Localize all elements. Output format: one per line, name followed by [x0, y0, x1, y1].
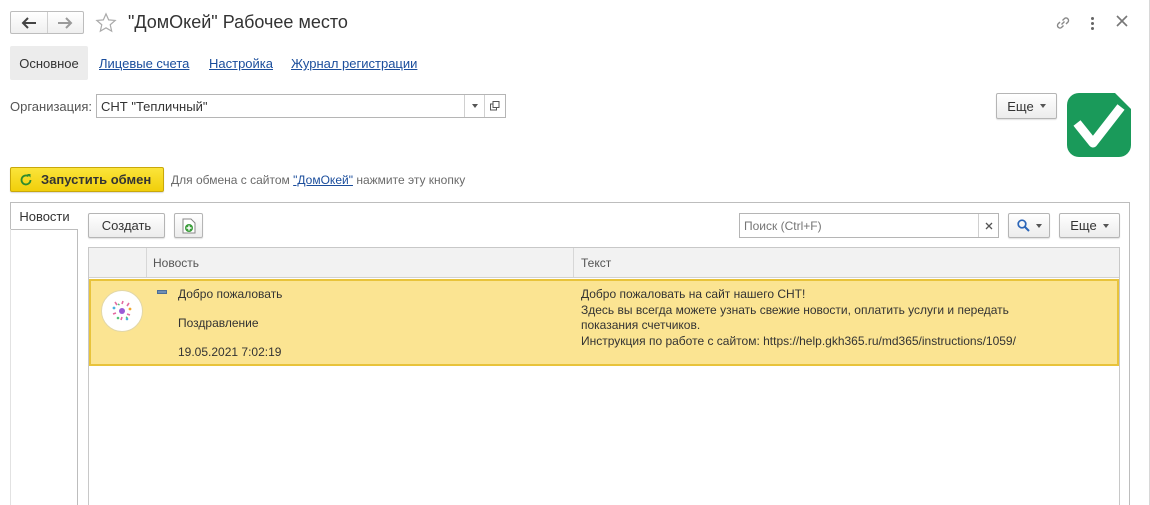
- start-exchange-button[interactable]: Запустить обмен: [10, 167, 164, 192]
- forward-button[interactable]: [48, 12, 84, 33]
- exchange-hint-after: нажмите эту кнопку: [356, 173, 466, 187]
- back-forward-group: [10, 11, 84, 34]
- tab-news[interactable]: Новости: [10, 202, 78, 230]
- news-category: Поздравление: [178, 316, 259, 330]
- chevron-down-icon: [1035, 223, 1042, 228]
- chevron-down-icon: [1039, 104, 1046, 108]
- search-button[interactable]: [1008, 213, 1050, 238]
- news-text-line: Здесь вы всегда можете узнать свежие нов…: [581, 302, 1009, 317]
- create-button[interactable]: Создать: [88, 213, 165, 238]
- tab-settings[interactable]: Настройка: [209, 56, 273, 71]
- exchange-hint: Для обмена с сайтом "ДомОкей" нажмите эт…: [171, 173, 465, 187]
- header-icon-col: [89, 248, 147, 277]
- news-text: Добро пожаловать на сайт нашего СНТ! Зде…: [581, 287, 1016, 349]
- org-label: Организация:: [10, 99, 93, 114]
- news-table: Новость Текст Добро пожаловать Поздравле…: [88, 247, 1120, 505]
- header-text-label: Текст: [581, 256, 612, 270]
- tab-main[interactable]: Основное: [10, 46, 88, 80]
- exchange-hint-before: Для обмена с сайтом: [171, 173, 290, 187]
- org-value: СНТ "Тепличный": [101, 99, 208, 114]
- org-field[interactable]: СНТ "Тепличный": [96, 94, 506, 118]
- tabs-left-rule: [10, 229, 11, 505]
- header-news-label: Новость: [153, 256, 200, 270]
- exchange-hint-link[interactable]: "ДомОкей": [293, 173, 353, 187]
- more-button-top[interactable]: Еще: [996, 93, 1057, 119]
- close-icon[interactable]: [1115, 14, 1129, 31]
- org-open-button[interactable]: [484, 95, 505, 117]
- news-text-line: Добро пожаловать на сайт нашего СНТ!: [581, 287, 806, 301]
- open-form-icon: [490, 101, 500, 111]
- org-dropdown-button[interactable]: [464, 95, 484, 117]
- tab-main-label: Основное: [19, 55, 79, 71]
- checkmark-icon: [1073, 104, 1125, 148]
- more-actions-icon[interactable]: [1086, 14, 1098, 32]
- search-input[interactable]: [740, 214, 978, 237]
- search-field[interactable]: [739, 213, 999, 238]
- more-label-top: Еще: [1007, 98, 1034, 114]
- confetti-icon: [112, 300, 132, 321]
- header-news[interactable]: Новость: [147, 248, 574, 277]
- chevron-down-icon: [1102, 223, 1109, 228]
- refresh-icon: [20, 173, 32, 185]
- news-marker: [157, 290, 167, 294]
- start-exchange-label: Запустить обмен: [41, 172, 152, 187]
- create-label: Создать: [101, 218, 152, 233]
- back-button[interactable]: [11, 12, 48, 33]
- favorite-star-icon[interactable]: [95, 12, 117, 37]
- close-icon: [985, 222, 992, 229]
- news-text-line: показания счетчиков.: [581, 318, 701, 332]
- search-icon: [1016, 219, 1030, 232]
- table-header: Новость Текст: [89, 248, 1119, 278]
- add-copy-icon: [182, 218, 195, 233]
- window-title: "ДомОкей" Рабочее место: [128, 12, 348, 32]
- chevron-down-icon: [471, 104, 478, 108]
- copy-button[interactable]: [174, 213, 203, 238]
- tab-registration-log[interactable]: Журнал регистрации: [291, 56, 417, 71]
- more-button-news[interactable]: Еще: [1059, 213, 1120, 238]
- news-date: 19.05.2021 7:02:19: [178, 345, 282, 359]
- table-row[interactable]: Добро пожаловать Поздравление 19.05.2021…: [89, 279, 1119, 366]
- news-avatar: [101, 290, 143, 332]
- link-icon[interactable]: [1054, 14, 1072, 35]
- clear-search-button[interactable]: [978, 214, 998, 237]
- domokey-logo: [1067, 93, 1131, 157]
- tab-news-label: Новости: [19, 208, 70, 224]
- news-text-line: Инструкция по работе с сайтом: https://h…: [581, 333, 1016, 348]
- tab-accounts[interactable]: Лицевые счета: [99, 56, 189, 71]
- header-text[interactable]: Текст: [574, 248, 1119, 277]
- more-label-news: Еще: [1070, 218, 1097, 233]
- news-title: Добро пожаловать: [178, 287, 283, 301]
- arrow-right-icon: [58, 16, 73, 29]
- arrow-left-icon: [21, 16, 36, 29]
